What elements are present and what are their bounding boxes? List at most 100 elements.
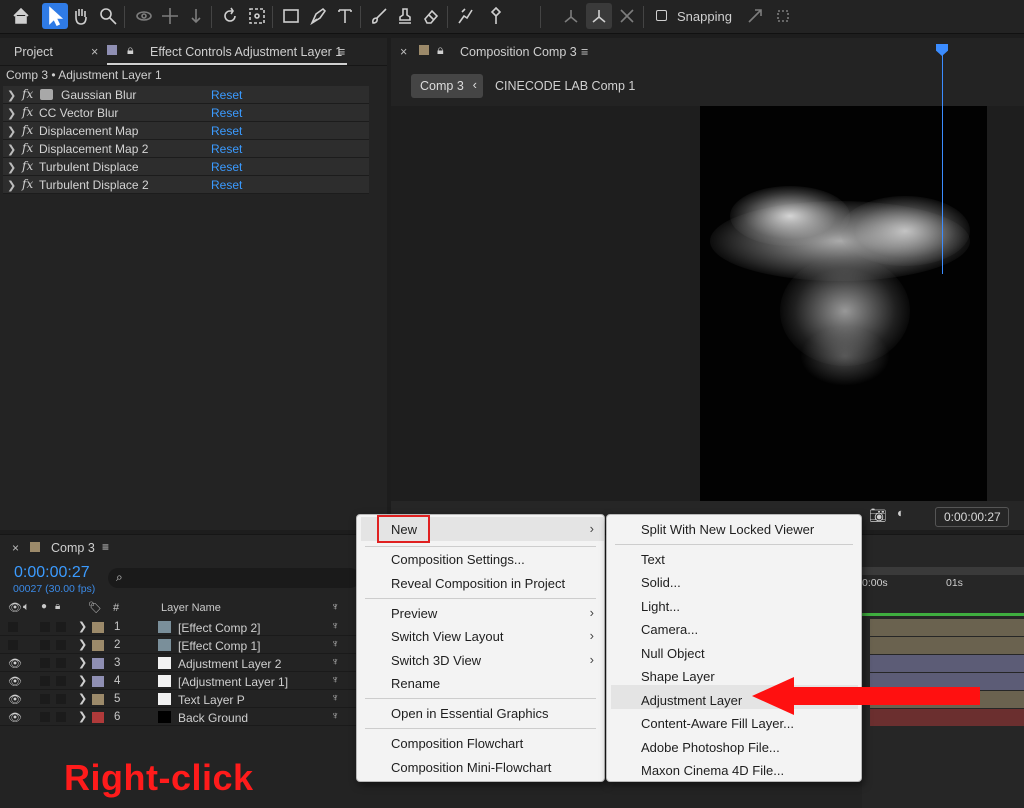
shy-switch-icon[interactable]: ♆ <box>331 656 339 668</box>
lock-toggle[interactable] <box>56 676 66 686</box>
chevron-right-icon[interactable]: ❯ <box>78 692 87 705</box>
eye-icon[interactable]: 👁︎ <box>8 711 22 724</box>
effect-reset-link[interactable]: Reset <box>211 178 242 192</box>
menu-item-open-essential-graphics[interactable]: Open in Essential Graphics <box>391 706 549 721</box>
layer-row[interactable]: ❯ 1 [Effect Comp 2] ♆ <box>0 619 360 636</box>
chevron-right-icon[interactable]: ❯ <box>78 674 87 687</box>
hand-tool-icon[interactable] <box>68 3 94 29</box>
submenu-item-split-viewer[interactable]: Split With New Locked Viewer <box>641 522 814 537</box>
eye-icon[interactable]: 👁︎ <box>8 657 22 670</box>
submenu-item-null-object[interactable]: Null Object <box>641 646 705 661</box>
fx-toggle-icon[interactable]: fx <box>22 159 33 173</box>
composition-viewer[interactable] <box>391 106 1024 501</box>
breadcrumb-cinecode[interactable]: CINECODE LAB Comp 1 <box>495 79 635 93</box>
type-tool-icon[interactable] <box>332 3 358 29</box>
chevron-right-icon[interactable]: ❯ <box>7 125 17 138</box>
menu-item-switch-3d-view[interactable]: Switch 3D View <box>391 653 481 668</box>
submenu-item-adjustment-layer[interactable]: Adjustment Layer <box>641 693 742 708</box>
menu-item-rename[interactable]: Rename <box>391 676 440 691</box>
shy-switch-icon[interactable]: ♆ <box>331 692 339 704</box>
show-snapshot-icon[interactable]: ◐ <box>897 506 905 520</box>
layer-row[interactable]: 👁︎ ❯ 4 [Adjustment Layer 1] ♆ <box>0 673 360 690</box>
lock-toggle[interactable] <box>56 640 66 650</box>
visibility-toggle[interactable] <box>8 622 18 632</box>
layer-row[interactable]: 👁︎ ❯ 6 Back Ground ♆ <box>0 709 360 726</box>
playhead-line[interactable] <box>942 48 943 274</box>
tab-project[interactable]: Project <box>14 45 53 59</box>
pen-tool-icon[interactable] <box>305 3 331 29</box>
chevron-right-icon[interactable]: ❯ <box>7 161 17 174</box>
solo-toggle[interactable] <box>40 712 50 722</box>
fx-toggle-icon[interactable]: fx <box>22 105 33 119</box>
lock-toggle[interactable] <box>56 658 66 668</box>
label-color-swatch[interactable] <box>92 712 104 723</box>
pan-behind-tool-icon[interactable] <box>244 3 270 29</box>
effect-row[interactable]: ❯ fx Gaussian Blur Reset <box>3 86 369 104</box>
panel-menu-icon[interactable]: ≡ <box>338 45 345 59</box>
chevron-right-icon[interactable]: ❯ <box>7 179 17 192</box>
effect-row[interactable]: ❯ fx Displacement Map Reset <box>3 122 369 140</box>
chevron-right-icon[interactable]: ❯ <box>78 656 87 669</box>
pan-tool-icon[interactable] <box>157 3 183 29</box>
track-bar-2[interactable] <box>870 637 1024 654</box>
layer-name[interactable]: Back Ground <box>178 711 248 725</box>
zoom-tool-icon[interactable] <box>95 3 121 29</box>
shy-switch-icon[interactable]: ♆ <box>331 620 339 632</box>
rectangle-tool-icon[interactable] <box>278 3 304 29</box>
label-color-swatch[interactable] <box>92 676 104 687</box>
snapshot-camera-icon[interactable]: 📷︎ <box>869 507 887 524</box>
timeline-track-area[interactable]: 0:00s 01s <box>862 535 1024 808</box>
eye-icon[interactable]: 👁︎ <box>8 675 22 688</box>
axis-view-icon[interactable] <box>614 3 640 29</box>
solo-toggle[interactable] <box>40 622 50 632</box>
shy-switch-icon[interactable]: ♆ <box>331 674 339 686</box>
breadcrumb-comp3[interactable]: Comp 3 ‹ <box>411 74 483 98</box>
effect-row[interactable]: ❯ fx Turbulent Displace 2 Reset <box>3 176 369 194</box>
effect-row[interactable]: ❯ fx CC Vector Blur Reset <box>3 104 369 122</box>
axis-local-icon[interactable] <box>558 3 584 29</box>
effect-reset-link[interactable]: Reset <box>211 106 242 120</box>
snap-edges-icon[interactable] <box>742 3 768 29</box>
fx-toggle-icon[interactable]: fx <box>22 87 33 101</box>
solo-toggle[interactable] <box>40 640 50 650</box>
submenu-item-cinema4d-file[interactable]: Maxon Cinema 4D File... <box>641 763 784 778</box>
puppet-tool-icon[interactable] <box>483 3 509 29</box>
shy-switch-icon[interactable]: ♆ <box>331 710 339 722</box>
solo-toggle[interactable] <box>40 676 50 686</box>
menu-item-switch-view-layout[interactable]: Switch View Layout <box>391 629 504 644</box>
submenu-item-shape-layer[interactable]: Shape Layer <box>641 669 715 684</box>
current-time-display[interactable]: 0:00:00:27 <box>14 564 90 582</box>
effect-reset-link[interactable]: Reset <box>211 142 242 156</box>
effect-row[interactable]: ❯ fx Turbulent Displace Reset <box>3 158 369 176</box>
lock-toggle[interactable] <box>56 694 66 704</box>
submenu-item-photoshop-file[interactable]: Adobe Photoshop File... <box>641 740 780 755</box>
fx-toggle-icon[interactable]: fx <box>22 123 33 137</box>
panel-menu-icon[interactable]: ≡ <box>102 540 109 554</box>
track-bar-3[interactable] <box>870 655 1024 672</box>
menu-item-preview[interactable]: Preview <box>391 606 437 621</box>
menu-item-composition-mini-flowchart[interactable]: Composition Mini-Flowchart <box>391 760 551 775</box>
solo-toggle[interactable] <box>40 658 50 668</box>
submenu-item-solid[interactable]: Solid... <box>641 575 681 590</box>
chevron-right-icon[interactable]: ❯ <box>7 143 17 156</box>
layer-name[interactable]: [Effect Comp 1] <box>178 639 260 653</box>
rotate-tool-icon[interactable] <box>217 3 243 29</box>
layer-row[interactable]: 👁︎ ❯ 3 Adjustment Layer 2 ♆ <box>0 655 360 672</box>
submenu-item-camera[interactable]: Camera... <box>641 622 698 637</box>
brush-tool-icon[interactable] <box>366 3 392 29</box>
snapping-checkbox[interactable] <box>656 10 667 21</box>
submenu-item-content-aware-fill[interactable]: Content-Aware Fill Layer... <box>641 716 794 731</box>
label-color-swatch[interactable] <box>92 658 104 669</box>
label-color-swatch[interactable] <box>92 640 104 651</box>
menu-item-composition-flowchart[interactable]: Composition Flowchart <box>391 736 523 751</box>
layer-name[interactable]: Adjustment Layer 2 <box>178 657 281 671</box>
roto-brush-tool-icon[interactable] <box>452 3 478 29</box>
visibility-toggle[interactable] <box>8 640 18 650</box>
layer-name[interactable]: Text Layer P <box>178 693 245 707</box>
lock-toggle[interactable] <box>56 712 66 722</box>
dolly-tool-icon[interactable] <box>183 3 209 29</box>
effect-reset-link[interactable]: Reset <box>211 124 242 138</box>
solo-toggle[interactable] <box>40 694 50 704</box>
layer-name[interactable]: [Adjustment Layer 1] <box>178 675 288 689</box>
chevron-right-icon[interactable]: ❯ <box>78 638 87 651</box>
